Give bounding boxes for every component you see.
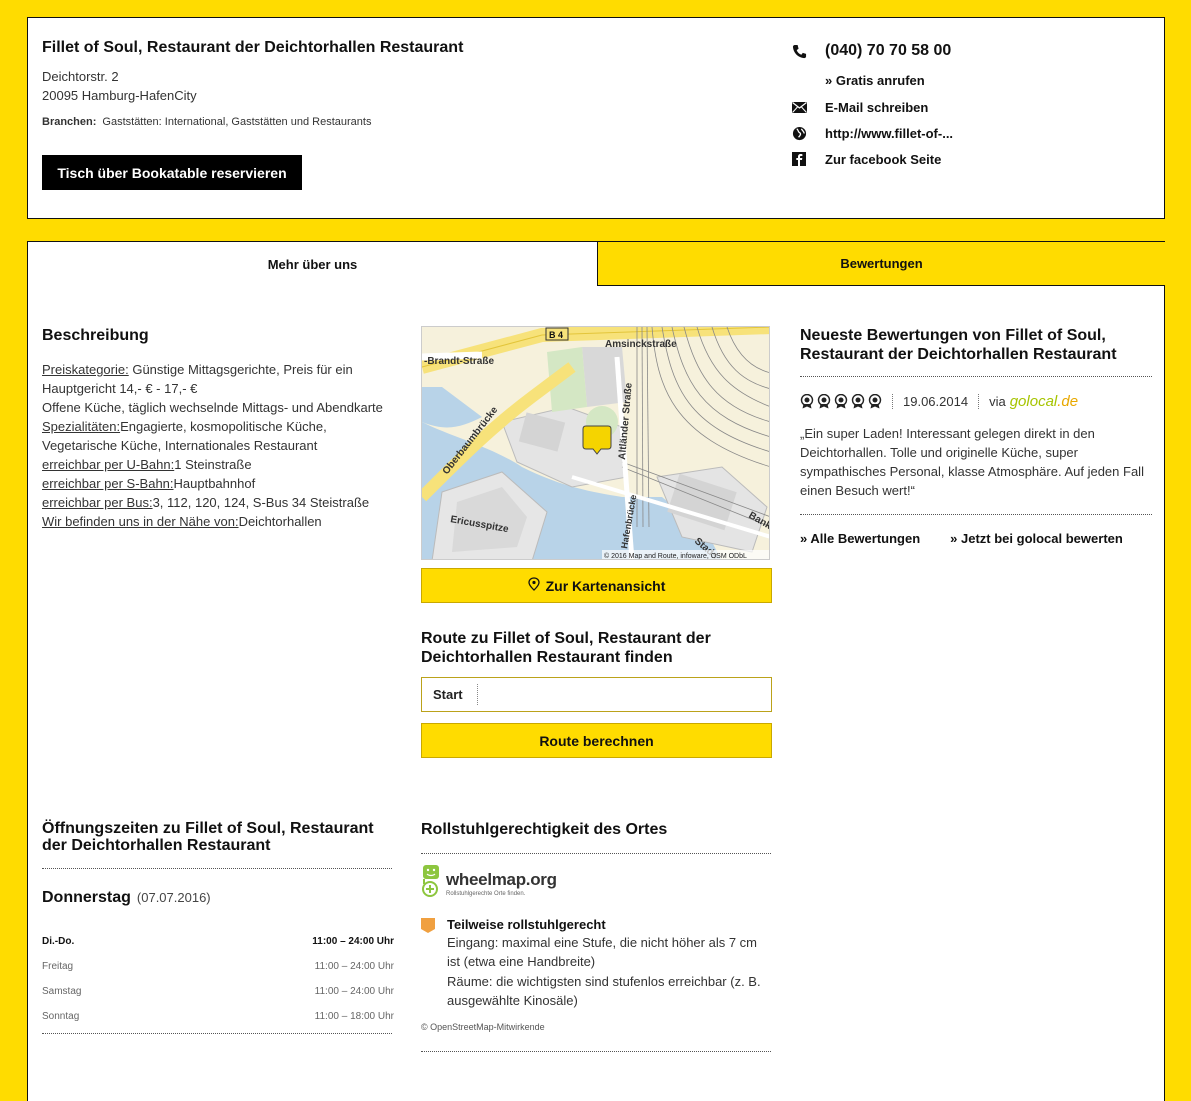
divider <box>892 394 893 409</box>
map-label-brandt: -Brandt-Straße <box>424 356 494 367</box>
envelope-icon <box>791 99 807 115</box>
table-row: Freitag 11:00 – 24:00 Uhr <box>42 961 394 972</box>
rating-star-icon <box>817 394 831 409</box>
divider <box>421 1051 771 1052</box>
map-road-badge: B 4 <box>549 330 563 340</box>
map-view-button[interactable]: Zur Kartenansicht <box>421 568 772 603</box>
business-header-card: Fillet of Soul, Restaurant der Deichtorh… <box>27 17 1165 219</box>
divider <box>42 868 392 869</box>
special-label: Spezialitäten: <box>42 419 121 434</box>
bus-label: erreichbar per Bus: <box>42 495 153 510</box>
business-name: Fillet of Soul, Restaurant der Deichtorh… <box>42 39 464 56</box>
map-label-amsinck: Amsinckstraße <box>605 339 677 350</box>
call-free-link[interactable]: » Gratis anrufen <box>825 73 925 88</box>
bus-value: 3, 112, 120, 124, S-Bus 34 Steistraße <box>152 495 370 510</box>
review-rating <box>800 394 882 409</box>
facebook-link[interactable]: Zur facebook Seite <box>825 152 941 167</box>
review-via: via <box>989 394 1006 409</box>
reviews-title: Neueste Bewertungen von Fillet of Soul, … <box>800 327 1117 363</box>
wheelmap-subtitle: Rollstuhlgerechte Orte finden. <box>446 891 526 897</box>
branchen: Branchen: Gaststätten: International, Gas… <box>42 116 371 128</box>
review-links: » Alle Bewertungen » Jetzt bei golocal b… <box>800 531 1152 546</box>
review-text: „Ein super Laden! Interessant gelegen di… <box>800 426 1144 498</box>
current-day: Donnerstag (07.07.2016) <box>42 889 392 907</box>
details-card: Mehr über uns Bewertungen Beschreibung P… <box>27 241 1165 1101</box>
latest-reviews-section: Neueste Bewertungen von Fillet of Soul, … <box>800 326 1152 546</box>
address-street: Deichtorstr. 2 <box>42 69 119 84</box>
kitchen-text: Offene Küche, täglich wechselnde Mittags… <box>42 400 383 415</box>
description-text: Preiskategorie: Günstige Mittagsgerichte… <box>42 360 402 531</box>
wheelchair-icon <box>421 864 443 903</box>
divider <box>800 514 1152 515</box>
email-row: E-Mail schreiben <box>791 99 928 115</box>
wheelchair-status: Teilweise rollstuhlgerecht Eingang: maxi… <box>421 917 771 1010</box>
globe-icon <box>791 125 807 141</box>
partial-access-icon <box>421 918 435 933</box>
wheelchair-entrance: Eingang: maximal eine Stufe, die nicht h… <box>447 935 758 969</box>
wheelmap-name: wheelmap.org <box>446 870 557 889</box>
description-title: Beschreibung <box>42 327 149 344</box>
route-start-field: Start <box>421 677 772 712</box>
table-row: Sonntag 11:00 – 18:00 Uhr <box>42 1011 394 1022</box>
route-start-input[interactable] <box>478 678 771 711</box>
rating-star-icon <box>834 394 848 409</box>
facebook-icon <box>791 151 807 167</box>
opening-hours-title: Öffnungszeiten zu Fillet of Soul, Restau… <box>42 820 374 854</box>
website-row: http://www.fillet-of-... <box>791 125 953 141</box>
golocal-logo: golocal.de <box>1009 393 1079 410</box>
wheelchair-rooms: Räume: die wichtigsten sind stufenlos er… <box>447 974 761 1008</box>
route-title: Route zu Fillet of Soul, Restaurant der … <box>421 630 711 666</box>
email-link[interactable]: E-Mail schreiben <box>825 100 928 115</box>
wheelchair-title: Rollstuhlgerechtigkeit des Ortes <box>421 821 668 838</box>
wheelchair-section: Rollstuhlgerechtigkeit des Ortes wheelma… <box>421 820 771 1052</box>
branchen-value: Gaststätten: International, Gaststätten … <box>102 116 372 128</box>
phone-icon <box>791 43 807 59</box>
description-section: Beschreibung Preiskategorie: Günstige Mi… <box>42 326 402 531</box>
call-free-row: » Gratis anrufen <box>825 73 925 88</box>
osm-attribution: © OpenStreetMap-Mitwirkende <box>421 1022 545 1032</box>
map-pin-icon <box>527 577 540 594</box>
phone-row: (040) 70 70 58 00 <box>791 42 951 60</box>
sbahn-value: Hauptbahnhof <box>173 476 256 491</box>
current-day-date: (07.07.2016) <box>136 890 211 905</box>
map-view-button-label: Zur Kartenansicht <box>545 577 666 594</box>
ubahn-value: 1 Steinstraße <box>174 457 252 472</box>
review-date: 19.06.2014 <box>903 394 969 409</box>
wheelchair-status-title: Teilweise rollstuhlgerecht <box>447 917 606 932</box>
sbahn-label: erreichbar per S-Bahn: <box>42 476 174 491</box>
rating-star-icon <box>800 394 814 409</box>
table-row: Di.-Do. 11:00 – 24:00 Uhr <box>42 936 394 947</box>
location-map[interactable]: -Brandt-Straße Amsinckstraße Oberbaumbrü… <box>421 326 770 560</box>
route-start-label: Start <box>422 684 478 705</box>
wheelmap-logo: wheelmap.org Rollstuhlgerechte Orte find… <box>421 864 771 903</box>
rating-star-icon <box>851 394 865 409</box>
branchen-label: Branchen: <box>42 116 97 128</box>
rating-star-icon <box>868 394 882 409</box>
tab-more-about-us[interactable]: Mehr über uns <box>28 242 597 286</box>
divider <box>800 376 1152 377</box>
opening-hours-table: Di.-Do. 11:00 – 24:00 Uhr Freitag 11:00 – … <box>42 935 394 1035</box>
address-city: 20095 Hamburg-HafenCity <box>42 88 197 103</box>
divider <box>978 394 980 409</box>
current-day-name: Donnerstag <box>42 889 131 906</box>
website-link[interactable]: http://www.fillet-of-... <box>825 126 953 141</box>
ubahn-label: erreichbar per U-Bahn: <box>42 457 175 472</box>
book-table-button[interactable]: Tisch über Bookatable reservieren <box>42 155 302 190</box>
review-meta: 19.06.2014 via golocal.de <box>800 393 1152 410</box>
phone-number[interactable]: (040) 70 70 58 00 <box>825 42 951 60</box>
rate-on-golocal-link[interactable]: » Jetzt bei golocal bewerten <box>950 531 1123 546</box>
divider <box>421 853 771 854</box>
map-copyright: © 2016 Map and Route, infoware, OSM ODbL <box>604 552 747 560</box>
price-label: Preiskategorie: <box>42 362 129 377</box>
table-row: Samstag 11:00 – 24:00 Uhr <box>42 986 394 997</box>
near-value: Deichtorhallen <box>238 514 322 529</box>
opening-hours-section: Öffnungszeiten zu Fillet of Soul, Restau… <box>42 820 394 1035</box>
near-label: Wir befinden uns in der Nähe von: <box>42 514 239 529</box>
facebook-row: Zur facebook Seite <box>791 151 941 167</box>
calculate-route-button[interactable]: Route berechnen <box>421 723 772 758</box>
all-reviews-link[interactable]: » Alle Bewertungen <box>800 531 920 546</box>
tab-reviews[interactable]: Bewertungen <box>597 242 1165 286</box>
